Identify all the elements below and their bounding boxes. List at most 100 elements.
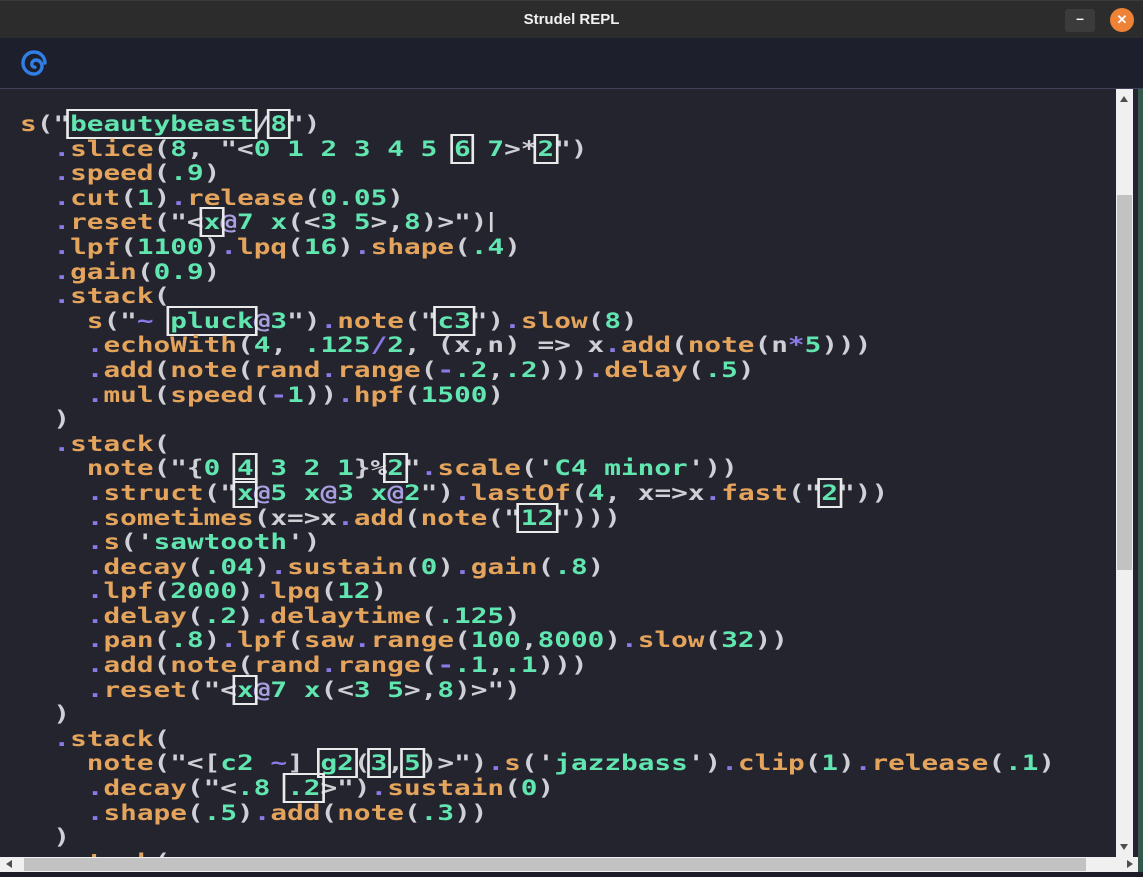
code-token: 4 bbox=[588, 481, 605, 505]
code-token bbox=[254, 210, 271, 234]
code-token: ( bbox=[187, 801, 204, 825]
code-token: saw bbox=[304, 628, 354, 652]
scroll-left-icon[interactable] bbox=[6, 860, 12, 868]
code-line: .decay("<.8 .2>").sustain(0) bbox=[20, 776, 1055, 801]
horizontal-scrollbar-thumb[interactable] bbox=[24, 858, 1086, 871]
minimize-button[interactable]: – bbox=[1065, 9, 1095, 32]
code-token: hpf bbox=[354, 383, 404, 407]
code-token: 1 bbox=[287, 383, 304, 407]
code-token: .04 bbox=[204, 555, 254, 579]
code-line: .slice(8, "<0 1 2 3 4 5 6 7>*2") bbox=[20, 137, 1055, 162]
code-token: stack bbox=[70, 850, 153, 857]
code-token: )) bbox=[755, 628, 788, 652]
window-right-edge bbox=[1138, 89, 1143, 877]
code-line: s("beautybeast/8") bbox=[20, 112, 1055, 137]
code-token: shape bbox=[371, 235, 454, 259]
code-token: * bbox=[788, 333, 805, 357]
code-token: 2 bbox=[387, 333, 404, 357]
code-editor[interactable]: s("beautybeast/8") .slice(8, "<0 1 2 3 4… bbox=[0, 89, 1138, 857]
code-token: ) bbox=[337, 235, 354, 259]
code-token: cut bbox=[70, 186, 120, 210]
code-token: 16 bbox=[304, 235, 337, 259]
code-token: ("{ bbox=[154, 456, 204, 480]
vertical-scrollbar[interactable] bbox=[1116, 89, 1133, 857]
code-token: x bbox=[371, 481, 388, 505]
code-token: echoWith bbox=[103, 333, 237, 357]
code-token: note bbox=[170, 358, 237, 382]
close-button[interactable]: ✕ bbox=[1110, 8, 1134, 32]
code-token: speed bbox=[170, 383, 253, 407]
code-token: delaytime bbox=[270, 604, 420, 628]
code-token: }% bbox=[354, 456, 387, 480]
strudel-spiral-logo-icon[interactable] bbox=[20, 49, 48, 77]
code-token: ( bbox=[321, 801, 338, 825]
code-token: (" bbox=[37, 112, 70, 136]
code-token: ) bbox=[154, 186, 171, 210]
code-token: shape bbox=[103, 801, 186, 825]
code-token bbox=[254, 751, 271, 775]
code-token: ( bbox=[588, 309, 605, 333]
code-token: add bbox=[103, 653, 153, 677]
code-token: 1100 bbox=[137, 235, 204, 259]
code-token: ) bbox=[371, 579, 388, 603]
code-token: ) bbox=[237, 801, 254, 825]
code-token: jazzbass bbox=[554, 751, 688, 775]
code-line: ) bbox=[20, 825, 1055, 850]
code-token: ( bbox=[538, 555, 555, 579]
code-token: ( bbox=[421, 604, 438, 628]
code-token: range bbox=[337, 358, 420, 382]
code-line: .reset("<x@7 x(<3 5>,8)>") bbox=[20, 678, 1055, 703]
code-token: >* bbox=[504, 137, 537, 161]
code-token: note bbox=[170, 653, 237, 677]
code-token: sustain bbox=[287, 555, 404, 579]
code-token: . bbox=[604, 333, 621, 357]
code-token: ')) bbox=[688, 456, 738, 480]
code-token: clip bbox=[738, 751, 805, 775]
code-token: ) bbox=[504, 235, 521, 259]
code-token bbox=[20, 161, 53, 185]
horizontal-scrollbar[interactable] bbox=[0, 857, 1143, 872]
code-token: , (x,n) => x bbox=[404, 333, 604, 357]
code-token: ) bbox=[204, 235, 221, 259]
code-token: ] bbox=[287, 751, 320, 775]
code-token bbox=[20, 210, 53, 234]
code-token: . bbox=[320, 653, 337, 677]
code-token: ("< bbox=[187, 678, 237, 702]
code-token: ) bbox=[838, 751, 855, 775]
code-token: 2000 bbox=[170, 579, 237, 603]
scroll-right-icon[interactable] bbox=[1127, 860, 1133, 868]
code-token: ( bbox=[304, 186, 321, 210]
code-token: .5 bbox=[204, 801, 237, 825]
title-bar[interactable]: Strudel REPL – ✕ bbox=[0, 0, 1143, 38]
code-token: . bbox=[220, 235, 237, 259]
code-token: ( bbox=[154, 850, 171, 857]
text-cursor bbox=[490, 212, 493, 232]
scroll-down-icon[interactable] bbox=[1120, 844, 1128, 850]
code-token: 2 bbox=[404, 481, 421, 505]
active-event-highlight: c3 bbox=[437, 309, 470, 333]
code-token: 0 bbox=[521, 776, 538, 800]
code-token: (' bbox=[120, 530, 153, 554]
code-token: . bbox=[87, 801, 104, 825]
code-token: 3 5 bbox=[321, 210, 371, 234]
code-token: ( bbox=[187, 555, 204, 579]
code-line: .cut(1).release(0.05) bbox=[20, 186, 1055, 211]
code-token: speed bbox=[70, 161, 153, 185]
code-token: note bbox=[87, 751, 154, 775]
code-token: - bbox=[437, 653, 454, 677]
code-token: @ bbox=[254, 481, 271, 505]
code-token: (x=>x bbox=[254, 506, 337, 530]
code-token: . bbox=[721, 751, 738, 775]
code-token bbox=[287, 678, 304, 702]
code-token: lpf bbox=[70, 235, 120, 259]
vertical-scrollbar-thumb[interactable] bbox=[1117, 195, 1132, 570]
scroll-up-icon[interactable] bbox=[1120, 96, 1128, 102]
window-title: Strudel REPL bbox=[0, 1, 1143, 39]
code-token: , "< bbox=[187, 137, 254, 161]
code-token: note bbox=[421, 506, 488, 530]
code-token: . bbox=[53, 260, 70, 284]
code-token: ( bbox=[421, 653, 438, 677]
code-token: . bbox=[454, 481, 471, 505]
code-line: .pan(.8).lpf(saw.range(100,8000).slow(32… bbox=[20, 628, 1055, 653]
code-token: ") bbox=[554, 137, 587, 161]
